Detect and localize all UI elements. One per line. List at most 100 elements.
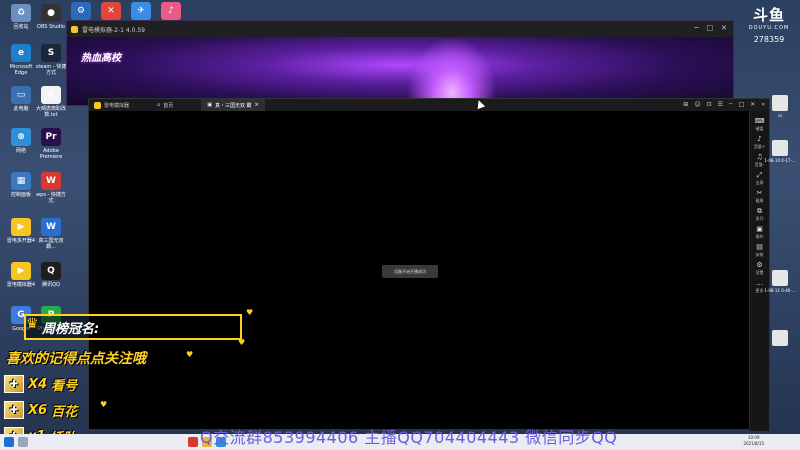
desktop-icon-label: 回收站 [13,24,29,30]
desktop-icon[interactable]: ♻ 回收站 [4,4,38,30]
desktop-icon[interactable]: ▭ 此电脑 [4,86,38,112]
heart-icon: ♥ [186,350,194,359]
desktop-icon[interactable]: ≡ 大晴唐典职改数.txt [34,86,68,118]
desktop-app-icon: ● [41,4,61,22]
main-window-titlebar[interactable]: 雷电模拟器 ⌂ 首页 ▣ 真・三国无双 霸 × ⊞ ☺ ⊡ ☰ ─ □ ✕ « [89,99,769,111]
desktop-app-icon: ♪ [161,2,181,20]
desktop-icon[interactable]: ✈ [124,2,158,22]
desktop-icon-label: 雷电模拟器4 [6,282,36,288]
desktop-app-icon: ✕ [101,2,121,20]
app-name: 雷电模拟器 [104,102,130,109]
game-tab-icon: ▣ [207,102,212,108]
menu-icon[interactable]: ☰ [718,101,723,108]
toast-message: 设备开始开播成功 [382,265,438,278]
top-window-title: 雷电模拟器-2-1 4.0.59 [82,26,145,34]
desktop-icon[interactable]: ai [760,95,800,118]
start-icon[interactable] [4,437,14,447]
gift-row: ✚ X6 百花 [4,400,77,420]
purple-flame-art [407,37,497,105]
multi-window-icon[interactable]: ⊞ [683,101,688,108]
tab-home[interactable]: ⌂ 首页 [151,99,179,111]
desktop-icon-label: 1-08-11 0-46-... [764,288,796,293]
maximize-icon[interactable]: □ [739,101,745,108]
right-desktop-icons: ai 1-08-10 0-17-... 1-08-11 0-46-... [748,0,800,450]
desktop-app-icon: ⊕ [11,128,31,146]
desktop-icon[interactable]: ✕ [94,2,128,22]
tab-label: 首页 [163,102,174,109]
tab-game[interactable]: ▣ 真・三国无双 霸 × [201,99,265,111]
weekly-sponsor-frame: 周榜冠名: [24,314,242,340]
desktop-icon[interactable]: Wwps - 快捷方式 [34,172,68,204]
desktop-icon[interactable]: Q 腾讯QQ [34,262,68,288]
desktop-icon[interactable]: ▶ 雷电多开器4 [4,218,38,244]
minimize-icon[interactable]: ─ [694,24,698,32]
app-logo-icon [71,25,78,33]
file-icon [772,270,788,286]
file-icon [772,140,788,156]
douyu-domain: DOUYU.COM [748,25,790,31]
desktop-app-icon: Pr [41,128,61,146]
desktop-icon[interactable] [760,330,800,348]
game-art-background [67,37,733,105]
desktop-icon-label: steam - 快捷方式 [35,64,67,76]
game-logo: 热血高校 [81,53,121,64]
top-window-titlebar[interactable]: 雷电模拟器-2-1 4.0.59 [67,21,733,37]
desktop-icon[interactable]: ♪ [154,2,188,22]
desktop-icon-label: 1-08-10 0-17-... [764,158,796,163]
desktop-icon[interactable]: e Microsoft Edge [4,44,38,76]
gift-row: ✚ X4 看号 [4,374,77,394]
desktop-icon-label: 大晴唐典职改数.txt [35,106,66,118]
desktop-app-icon: ▶ [11,262,31,280]
desktop-app-icon: W [41,172,61,190]
top-emulator-window[interactable]: 雷电模拟器-2-1 4.0.59 ─ □ ✕ 热血高校 [66,20,734,106]
crown-icon: ♛ [26,316,39,332]
desktop-app-icon: e [11,44,31,62]
gift-multiplier: X4 [28,376,48,392]
douyu-logo: 斗鱼 [752,6,785,24]
minimize-icon[interactable]: ─ [729,101,733,108]
desktop-icon[interactable]: ▶ 雷电模拟器4 [4,262,38,288]
desktop-icon[interactable]: 1-08-10 0-17-... [760,140,800,163]
search-icon[interactable] [18,437,28,447]
gift-box-icon: ✚ [4,375,24,393]
desktop-app-icon: S [41,44,61,62]
desktop-icon-label: 腾讯QQ [42,282,60,288]
tab-label: 真・三国无双 霸 [214,102,252,109]
heart-icon: ♥ [238,338,246,347]
desktop-icon-label: 控制面板 [10,192,31,198]
system-clock[interactable]: 10:09 2021/8/15 [743,435,764,447]
desktop-app-icon: ▶ [11,218,31,236]
gift-reward: 看号 [51,378,78,394]
weekly-sponsor-title: 周榜冠名: [42,321,100,337]
app-icon[interactable] [188,437,198,447]
desktop-app-icon: ♻ [11,4,31,22]
desktop-icon[interactable]: W 真三国无双霸... [34,218,68,250]
desktop-icon-label: wps - 快捷方式 [36,192,66,204]
close-tab-icon[interactable]: × [255,102,259,108]
desktop-icon-label: 此电脑 [13,106,29,112]
contact-ticker: Q交流群853994406 主播QQ704404443 微信同步QQ [200,428,618,447]
file-icon [772,330,788,346]
desktop-icon[interactable]: ⚙ [64,2,98,22]
close-icon[interactable]: ✕ [721,24,727,32]
desktop-icon[interactable]: ● OBS Studio [34,4,68,30]
follow-tagline: 喜欢的记得点点关注哦 [6,351,146,367]
desktop-app-icon: ⚙ [71,2,91,20]
desktop-icon[interactable]: ▦ 控制面板 [4,172,38,198]
desktop-icon-label: ai [778,113,782,118]
account-icon[interactable]: ☺ [694,101,700,108]
maximize-icon[interactable]: □ [707,24,714,32]
desktop-icon[interactable]: Pr Adobe Premiere [34,128,68,160]
desktop-icon-label: 雷电多开器4 [6,238,36,244]
desktop-app-icon: W [41,218,61,236]
screen-icon[interactable]: ⊡ [707,101,712,108]
desktop-icon[interactable]: ⊕ 网络 [4,128,38,154]
desktop-icon-label: 真三国无双霸... [38,238,64,250]
desktop-app-icon: Q [41,262,61,280]
desktop-icon[interactable]: 1-08-11 0-46-... [760,270,800,293]
desktop-app-icon: ✈ [131,2,151,20]
file-icon [772,95,788,111]
desktop-icon-label: Microsoft Edge [9,64,33,76]
desktop-icon[interactable]: Ssteam - 快捷方式 [34,44,68,76]
gift-reward: 百花 [51,404,78,420]
